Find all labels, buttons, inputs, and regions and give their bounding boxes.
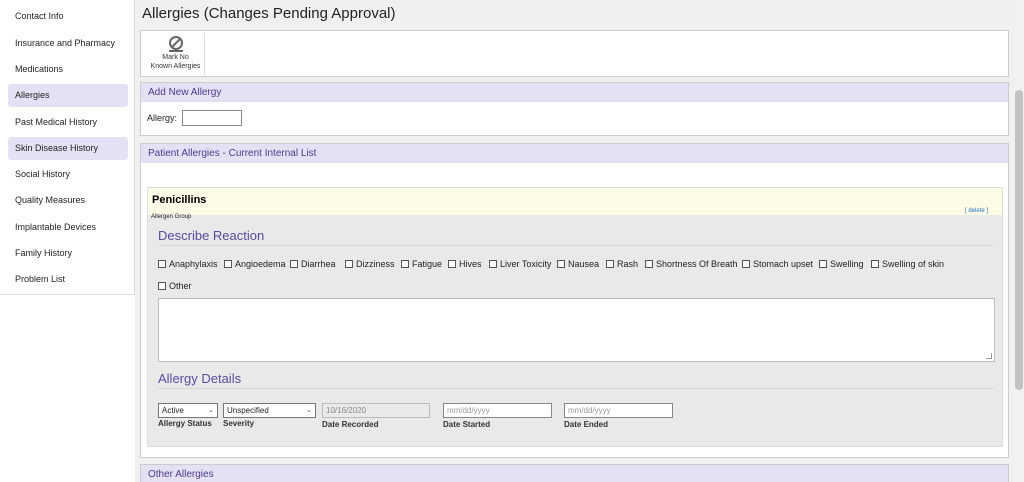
reaction-label: Dizziness (356, 259, 395, 269)
checkbox-icon (557, 260, 565, 268)
allergen-name: Penicillins (152, 194, 207, 206)
allergy-status-label: Allergy Status (158, 419, 212, 428)
allergy-details-title: Allergy Details (158, 371, 242, 386)
reaction-checkbox-anaphylaxis[interactable]: Anaphylaxis (158, 259, 218, 269)
chevron-down-icon: ⌄ (306, 407, 312, 414)
sidebar-item-implantable-devices[interactable]: Implantable Devices (8, 216, 128, 239)
sidebar-item-problem-list[interactable]: Problem List (8, 268, 128, 291)
allergy-label: Allergy: (147, 113, 178, 123)
sidebar-item-past-medical-history[interactable]: Past Medical History (8, 111, 128, 134)
allergen-card: Penicillins [ delete ] Allergen Group De… (147, 187, 1003, 447)
reaction-checkbox-stomach-upset[interactable]: Stomach upset (742, 259, 813, 269)
checkbox-icon (158, 282, 166, 290)
date-started-label: Date Started (443, 420, 491, 429)
reaction-label: Shortness Of Breath (656, 259, 738, 269)
date-recorded-field: 10/16/2020 (322, 403, 430, 418)
reaction-label: Stomach upset (753, 259, 814, 269)
reaction-checkbox-fatigue[interactable]: Fatigue (401, 259, 442, 269)
reaction-label: Swelling of skin (882, 259, 945, 269)
reaction-checkbox-swelling-of-skin[interactable]: Swelling of skin (871, 259, 944, 269)
no-symbol-icon (168, 36, 183, 52)
reaction-label: Liver Toxicity (500, 259, 552, 269)
reaction-checkbox-diarrhea[interactable]: Diarrhea (290, 259, 336, 269)
reaction-label: Fatigue (412, 259, 443, 269)
checkbox-icon (401, 260, 409, 268)
allergy-input[interactable] (182, 110, 242, 126)
date-ended-label: Date Ended (564, 420, 609, 429)
reaction-checkbox-dizziness[interactable]: Dizziness (345, 259, 395, 269)
checkbox-icon (158, 260, 166, 268)
reaction-checkbox-swelling[interactable]: Swelling (819, 259, 864, 269)
reaction-label: Nausea (568, 259, 600, 269)
checkbox-icon (871, 260, 879, 268)
checkbox-icon (448, 260, 456, 268)
checkbox-icon (645, 260, 653, 268)
other-allergies-heading: Other Allergies (141, 465, 1008, 482)
reaction-checkbox-nausea[interactable]: Nausea (557, 259, 599, 269)
resize-handle-icon[interactable] (986, 353, 992, 359)
checkbox-icon (819, 260, 827, 268)
reaction-checkbox-other[interactable]: Other (158, 281, 192, 291)
sidebar-item-contact-info[interactable]: Contact Info (8, 5, 128, 28)
chevron-down-icon: ⌄ (208, 407, 214, 414)
reaction-label: Diarrhea (301, 259, 336, 269)
date-ended-input[interactable]: mm/dd/yyyy (564, 403, 673, 418)
reaction-label: Swelling (830, 259, 864, 269)
section-divider (158, 245, 994, 246)
sidebar-item-quality-measures[interactable]: Quality Measures (8, 189, 128, 212)
patient-allergies-heading: Patient Allergies - Current Internal Lis… (141, 144, 1008, 163)
severity-select[interactable]: Unspecified ⌄ (223, 403, 316, 418)
sidebar-item-skin-disease-history[interactable]: Skin Disease History (8, 137, 128, 160)
describe-reaction-title: Describe Reaction (158, 228, 265, 243)
sidebar-item-family-history[interactable]: Family History (8, 242, 128, 265)
reaction-label: Hives (459, 259, 482, 269)
reaction-checkbox-rash[interactable]: Rash (606, 259, 638, 269)
patient-allergies-panel: Patient Allergies - Current Internal Lis… (140, 143, 1009, 458)
page-title: Allergies (Changes Pending Approval) (142, 5, 396, 22)
allergen-header: Penicillins [ delete ] (148, 188, 1002, 215)
sidebar-item-insurance-pharmacy[interactable]: Insurance and Pharmacy (8, 32, 128, 55)
allergy-status-select[interactable]: Active ⌄ (158, 403, 218, 418)
mark-no-known-allergies-button[interactable]: Mark No Known Allergies (147, 33, 205, 75)
section-divider (158, 388, 994, 389)
mark-nka-label-line2: Known Allergies (150, 63, 201, 70)
checkbox-icon (290, 260, 298, 268)
reaction-label: Anaphylaxis (169, 259, 218, 269)
toolbar: Mark No Known Allergies (140, 30, 1009, 77)
sidebar-nav: Contact Info Insurance and Pharmacy Medi… (0, 0, 135, 295)
reaction-notes-textarea[interactable] (158, 298, 995, 362)
severity-value: Unspecified (227, 406, 269, 415)
reaction-checkbox-hives[interactable]: Hives (448, 259, 482, 269)
allergen-type: Allergen Group (151, 214, 192, 220)
mark-nka-label-line1: Mark No (162, 54, 189, 61)
reaction-label: Rash (617, 259, 639, 269)
sidebar-item-allergies[interactable]: Allergies (8, 84, 128, 107)
checkbox-icon (742, 260, 750, 268)
severity-label: Severity (223, 419, 255, 428)
checkbox-icon (224, 260, 232, 268)
delete-allergen-link[interactable]: [ delete ] (965, 208, 988, 214)
date-recorded-label: Date Recorded (322, 420, 379, 429)
reaction-label: Angioedema (235, 259, 286, 269)
add-new-allergy-heading: Add New Allergy (141, 83, 1008, 102)
add-new-allergy-panel: Add New Allergy Allergy: (140, 82, 1009, 136)
allergy-status-value: Active (162, 406, 184, 415)
other-allergies-panel: Other Allergies (140, 464, 1009, 482)
page-scrollbar[interactable] (1014, 0, 1024, 482)
reaction-label: Other (169, 281, 192, 291)
main-content: Allergies (Changes Pending Approval) Mar… (135, 0, 1014, 482)
reaction-checkbox-shortness-of-breath[interactable]: Shortness Of Breath (645, 259, 738, 269)
reaction-checkbox-angioedema[interactable]: Angioedema (224, 259, 286, 269)
date-started-input[interactable]: mm/dd/yyyy (443, 403, 552, 418)
sidebar-item-medications[interactable]: Medications (8, 58, 128, 81)
checkbox-icon (345, 260, 353, 268)
sidebar-item-social-history[interactable]: Social History (8, 163, 128, 186)
reaction-checkbox-liver-toxicity[interactable]: Liver Toxicity (489, 259, 551, 269)
scrollbar-thumb[interactable] (1015, 90, 1023, 390)
checkbox-icon (606, 260, 614, 268)
checkbox-icon (489, 260, 497, 268)
